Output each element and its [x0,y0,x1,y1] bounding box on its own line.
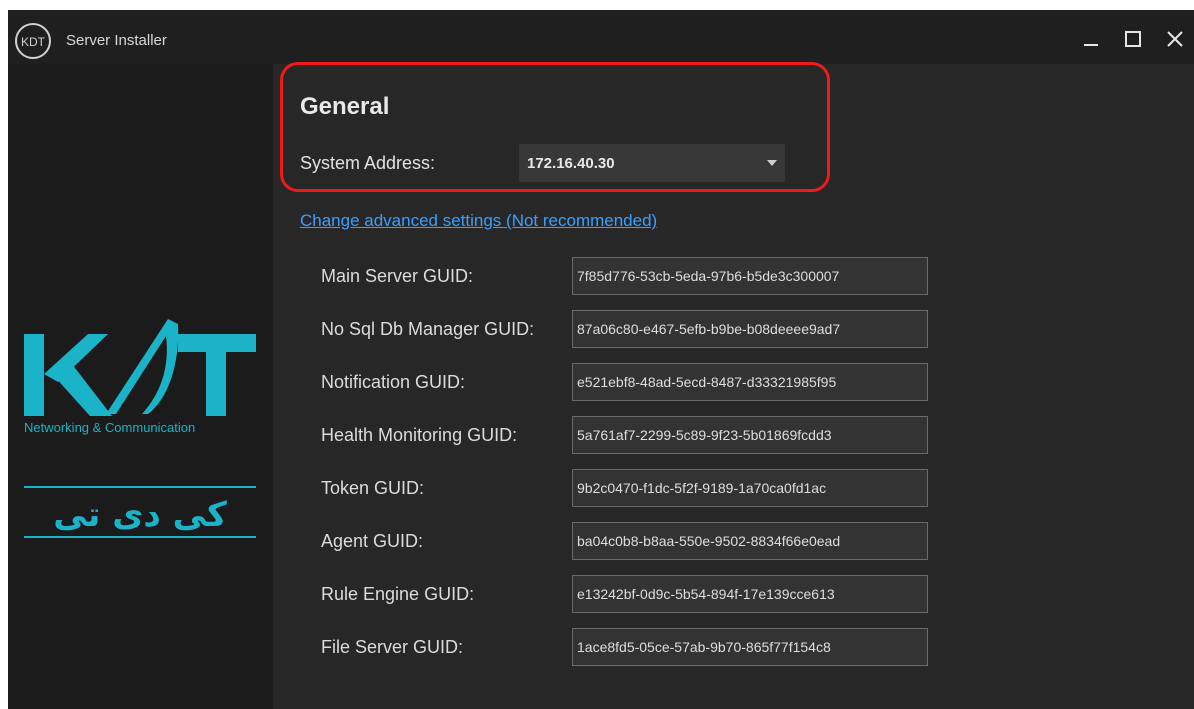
main-server-guid-field[interactable] [572,257,928,295]
guid-label: Health Monitoring GUID: [321,425,518,445]
kdt-logo: Networking & Communication کی دی تی [24,319,256,538]
guid-row-file-server: File Server GUID: [273,628,973,668]
svg-text:KDT: KDT [21,35,46,49]
guid-label: No Sql Db Manager GUID: [321,319,535,339]
minimize-button[interactable] [1076,24,1106,54]
file-server-guid-field[interactable] [572,628,928,666]
guid-row-rule-engine: Rule Engine GUID: [273,575,973,615]
guid-label: File Server GUID: [321,637,464,657]
health-monitoring-guid-field[interactable] [572,416,928,454]
agent-guid-field[interactable] [572,522,928,560]
guid-row-main-server: Main Server GUID: [273,257,973,297]
maximize-icon [1125,31,1141,47]
brand-tagline: Networking & Communication [24,420,195,435]
system-address-select[interactable]: 172.16.40.30 [519,144,785,182]
close-icon [1167,31,1183,47]
guid-label: Rule Engine GUID: [321,584,475,604]
guid-row-notification: Notification GUID: [273,363,973,403]
window-title: Server Installer [66,32,167,49]
notification-guid-field[interactable] [572,363,928,401]
rule-engine-guid-field[interactable] [572,575,928,613]
system-address-value: 172.16.40.30 [527,155,615,172]
guid-label: Main Server GUID: [321,266,474,286]
chevron-down-icon [767,160,777,166]
token-guid-field[interactable] [572,469,928,507]
brand-persian-name: کی دی تی [53,495,227,535]
guid-label: Token GUID: [321,478,425,498]
advanced-settings-link[interactable]: Change advanced settings (Not recommende… [300,211,657,231]
settings-panel: General System Address: 172.16.40.30 Cha… [273,64,1194,709]
brand-sidebar: Networking & Communication کی دی تی [8,64,273,709]
guid-row-token: Token GUID: [273,469,973,509]
guid-row-agent: Agent GUID: [273,522,973,562]
installer-window: KDT Server Installer Networking & Commun… [8,10,1194,709]
guid-label: Notification GUID: [321,372,466,392]
title-bar: KDT Server Installer [8,10,1194,64]
maximize-button[interactable] [1118,24,1148,54]
nosql-db-manager-guid-field[interactable] [572,310,928,348]
app-logo-icon: KDT [15,23,51,59]
minimize-icon [1084,44,1098,46]
guid-row-nosql-db-manager: No Sql Db Manager GUID: [273,310,973,350]
section-title: General [300,93,390,120]
close-button[interactable] [1160,24,1190,54]
guid-row-health-monitoring: Health Monitoring GUID: [273,416,973,456]
system-address-label: System Address: [300,153,436,173]
guid-label: Agent GUID: [321,531,424,551]
